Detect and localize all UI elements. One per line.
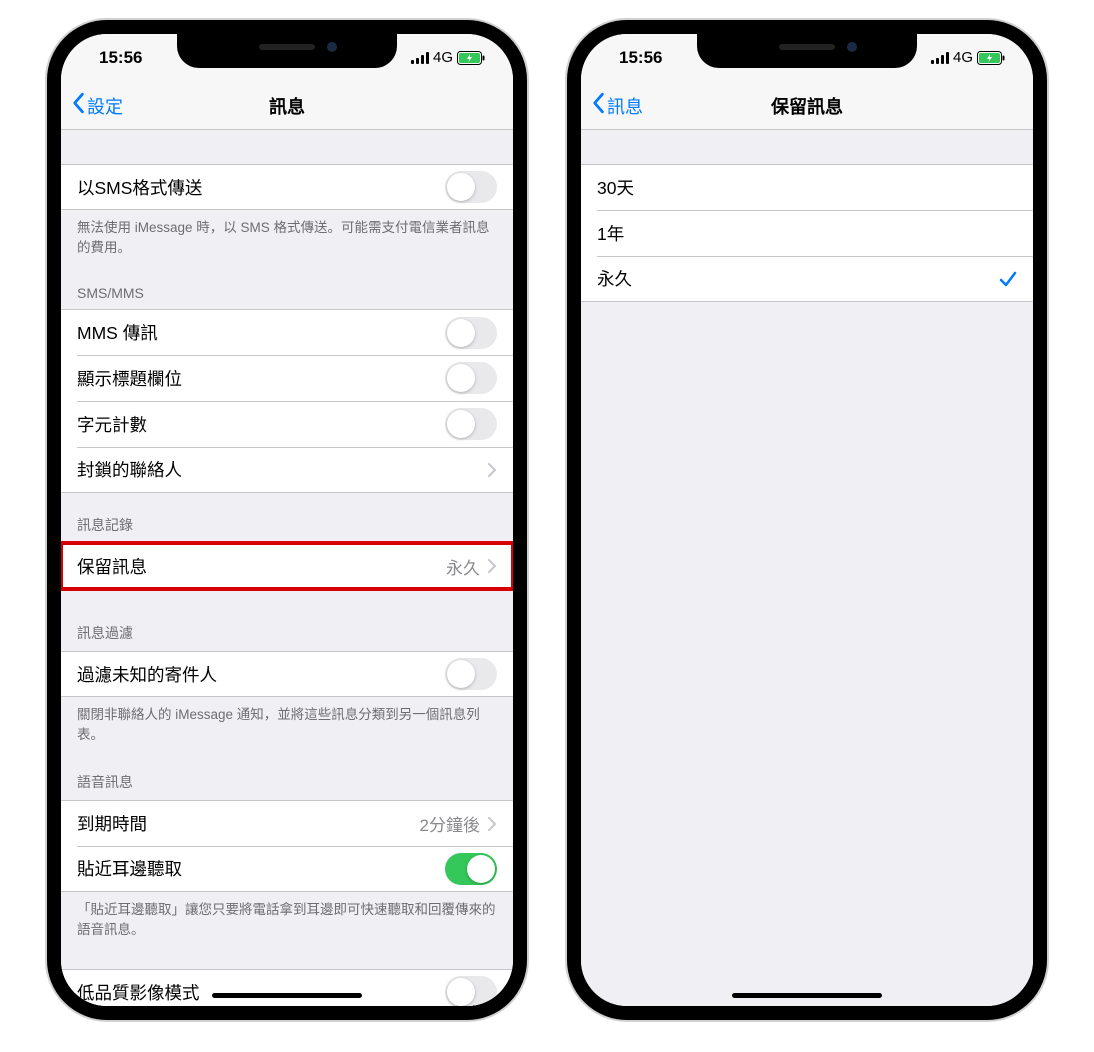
status-network: 4G: [433, 49, 453, 66]
row-label: MMS 傳訊: [77, 320, 158, 345]
row-label: 封鎖的聯絡人: [77, 457, 182, 482]
chevron-left-icon: [71, 92, 85, 119]
back-label: 設定: [87, 93, 123, 119]
option-forever[interactable]: 永久: [581, 256, 1033, 302]
home-indicator[interactable]: [212, 993, 362, 998]
footer-filter: 關閉非聯絡人的 iMessage 通知，並將這些訊息分類到另一個訊息列表。: [61, 697, 513, 750]
spacer: [581, 130, 1033, 164]
header-sms-mms: SMS/MMS: [61, 263, 513, 309]
option-label: 30天: [597, 175, 634, 200]
toggle-send-as-sms[interactable]: [445, 171, 497, 203]
row-label: 保留訊息: [77, 554, 147, 579]
row-value: 永久: [446, 554, 480, 579]
toggle-filter-unknown[interactable]: [445, 658, 497, 690]
home-indicator[interactable]: [732, 993, 882, 998]
nav-bar: 設定 訊息: [61, 82, 513, 130]
status-right: 4G: [931, 49, 1005, 66]
chevron-right-icon: [488, 463, 497, 477]
notch: [177, 34, 397, 68]
chevron-right-icon: [488, 817, 497, 831]
header-filter: 訊息過濾: [61, 589, 513, 651]
option-30-days[interactable]: 30天: [581, 164, 1033, 210]
spacer: [61, 130, 513, 164]
signal-icon: [931, 52, 949, 64]
toggle-low-quality[interactable]: [445, 976, 497, 1006]
row-raise-to-listen[interactable]: 貼近耳邊聽取: [61, 846, 513, 892]
battery-icon: [977, 51, 1005, 65]
phone-right: 15:56 4G 訊息 保留訊息 3: [567, 20, 1047, 1020]
header-audio: 語音訊息: [61, 750, 513, 800]
row-blocked[interactable]: 封鎖的聯絡人: [61, 447, 513, 493]
status-time: 15:56: [609, 48, 662, 68]
row-label: 字元計數: [77, 412, 147, 437]
toggle-raise-to-listen[interactable]: [445, 853, 497, 885]
checkmark-icon: [999, 270, 1017, 288]
row-label: 顯示標題欄位: [77, 366, 182, 391]
nav-title: 保留訊息: [771, 93, 843, 119]
toggle-mms[interactable]: [445, 317, 497, 349]
screen-right: 15:56 4G 訊息 保留訊息 3: [581, 34, 1033, 1006]
notch: [697, 34, 917, 68]
row-expire[interactable]: 到期時間 2分鐘後: [61, 800, 513, 846]
row-label: 低品質影像模式: [77, 980, 200, 1005]
toggle-char-count[interactable]: [445, 408, 497, 440]
signal-icon: [411, 52, 429, 64]
status-time: 15:56: [89, 48, 142, 68]
status-network: 4G: [953, 49, 973, 66]
row-keep-messages[interactable]: 保留訊息 永久: [61, 543, 513, 589]
status-right: 4G: [411, 49, 485, 66]
back-button[interactable]: 訊息: [591, 92, 643, 119]
back-label: 訊息: [607, 93, 643, 119]
row-label: 過濾未知的寄件人: [77, 662, 217, 687]
row-send-as-sms[interactable]: 以SMS格式傳送: [61, 164, 513, 210]
option-1-year[interactable]: 1年: [581, 210, 1033, 256]
screen-left: 15:56 4G 設定 訊息 以SM: [61, 34, 513, 1006]
toggle-show-subject[interactable]: [445, 362, 497, 394]
row-value: 2分鐘後: [420, 811, 480, 836]
phone-left: 15:56 4G 設定 訊息 以SM: [47, 20, 527, 1020]
option-label: 永久: [597, 266, 632, 291]
row-filter-unknown[interactable]: 過濾未知的寄件人: [61, 651, 513, 697]
nav-title: 訊息: [269, 93, 305, 119]
row-show-subject[interactable]: 顯示標題欄位: [61, 355, 513, 401]
row-mms-messaging[interactable]: MMS 傳訊: [61, 309, 513, 355]
header-history: 訊息記錄: [61, 493, 513, 543]
option-label: 1年: [597, 221, 624, 246]
chevron-left-icon: [591, 92, 605, 119]
footer-send-as-sms: 無法使用 iMessage 時，以 SMS 格式傳送。可能需支付電信業者訊息的費…: [61, 210, 513, 263]
row-label: 到期時間: [77, 811, 147, 836]
row-label: 貼近耳邊聽取: [77, 856, 182, 881]
footer-raise: 「貼近耳邊聽取」讓您只要將電話拿到耳邊即可快速聽取和回覆傳來的語音訊息。: [61, 892, 513, 945]
row-label: 以SMS格式傳送: [77, 175, 202, 200]
row-char-count[interactable]: 字元計數: [61, 401, 513, 447]
battery-icon: [457, 51, 485, 65]
row-low-quality[interactable]: 低品質影像模式: [61, 969, 513, 1006]
chevron-right-icon: [488, 559, 497, 573]
back-button[interactable]: 設定: [71, 92, 123, 119]
content-left[interactable]: 以SMS格式傳送 無法使用 iMessage 時，以 SMS 格式傳送。可能需支…: [61, 130, 513, 1006]
content-right[interactable]: 30天 1年 永久: [581, 130, 1033, 1006]
nav-bar: 訊息 保留訊息: [581, 82, 1033, 130]
